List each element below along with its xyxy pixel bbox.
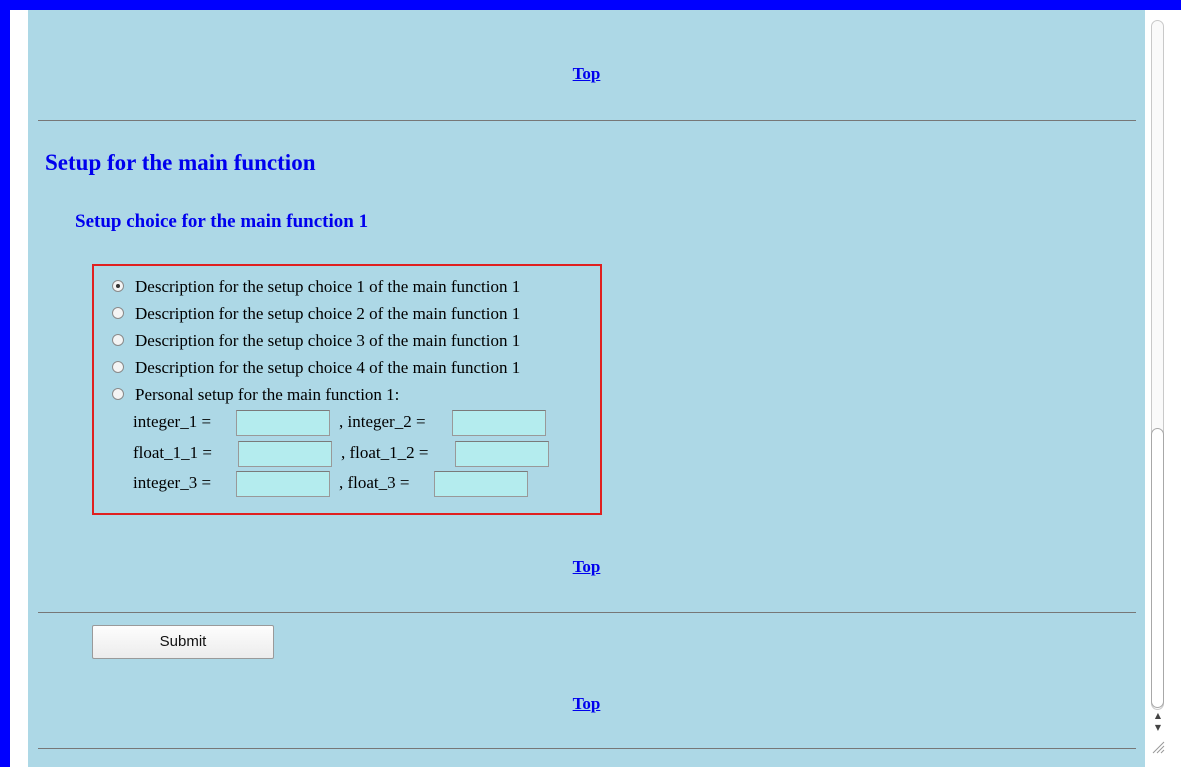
top-link-1: Top — [28, 63, 1145, 85]
integer-2-label: , integer_2 = — [339, 412, 426, 431]
divider-1 — [38, 120, 1136, 121]
choice-3-label: Description for the setup choice 3 of th… — [135, 331, 521, 350]
top-link-3: Top — [28, 693, 1145, 715]
integer-3-label: integer_3 = — [133, 473, 212, 492]
setup-choice-group: Description for the setup choice 1 of th… — [92, 264, 602, 515]
float-1-2-input[interactable] — [455, 441, 549, 467]
float-3-input[interactable] — [434, 471, 528, 497]
choice-personal-radio[interactable] — [112, 388, 124, 400]
top-link-1-text[interactable]: Top — [573, 64, 601, 83]
window-frame-top — [0, 0, 1181, 10]
choice-4-radio[interactable] — [112, 361, 124, 373]
resize-grip-icon[interactable] — [1151, 740, 1165, 754]
scrollbar-thumb[interactable] — [1151, 428, 1164, 708]
scroll-down-arrow-icon[interactable]: ▼ — [1152, 722, 1164, 734]
choice-2-label: Description for the setup choice 2 of th… — [135, 304, 521, 323]
choice-3-radio[interactable] — [112, 334, 124, 346]
setup-choice-heading: Setup choice for the main function 1 — [75, 211, 369, 232]
choice-personal-label: Personal setup for the main function 1: — [135, 385, 400, 404]
top-link-2: Top — [28, 556, 1145, 578]
integer-2-input[interactable] — [452, 410, 546, 436]
top-link-3-text[interactable]: Top — [573, 694, 601, 713]
divider-3 — [38, 748, 1136, 749]
window-frame-left — [0, 0, 10, 767]
choice-4-label: Description for the setup choice 4 of th… — [135, 358, 521, 377]
vertical-scrollbar[interactable]: ▲ ▼ — [1145, 10, 1181, 767]
main-function-heading: Setup for the main function — [45, 150, 316, 175]
integer-1-input[interactable] — [236, 410, 330, 436]
choice-1-radio[interactable] — [112, 280, 124, 292]
integer-1-label: integer_1 = — [133, 412, 212, 431]
choice-2-radio[interactable] — [112, 307, 124, 319]
divider-2 — [38, 612, 1136, 613]
submit-button[interactable]: Submit — [92, 625, 274, 659]
integer-3-input[interactable] — [236, 471, 330, 497]
float-1-1-label: float_1_1 = — [133, 443, 212, 462]
page-content: Top Setup for the main function Setup ch… — [28, 10, 1145, 767]
choice-1-label: Description for the setup choice 1 of th… — [135, 277, 521, 296]
float-1-1-input[interactable] — [238, 441, 332, 467]
float-1-2-label: , float_1_2 = — [341, 443, 429, 462]
top-link-2-text[interactable]: Top — [573, 557, 601, 576]
scroll-up-arrow-icon[interactable]: ▲ — [1152, 710, 1164, 722]
float-3-label: , float_3 = — [339, 473, 410, 492]
